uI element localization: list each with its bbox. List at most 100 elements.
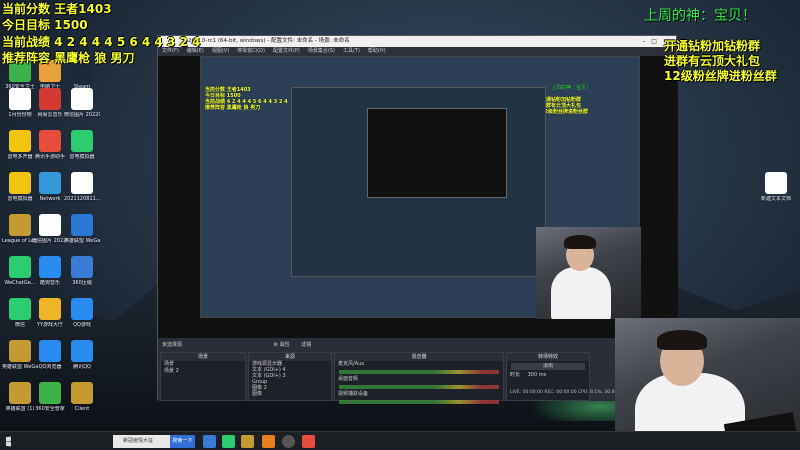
properties-button[interactable]: 属性 <box>280 342 290 348</box>
mixer-channel-label: 桌面音频 <box>338 376 359 382</box>
start-icon[interactable] <box>6 436 11 447</box>
app-icon <box>39 256 61 278</box>
scene-item[interactable]: 场景 <box>161 361 245 368</box>
desktop-icon-label: 酷狗音乐 <box>39 280 60 286</box>
browser-icon[interactable] <box>262 435 275 448</box>
overlay-promo2: 进群有云顶大礼包 <box>664 54 761 68</box>
app-icon <box>9 382 31 404</box>
overlay-lineup: 推荐阵容 黑鹰枪 狼 男刀 <box>2 51 135 65</box>
desktop-icon[interactable]: 网易云音乐 <box>32 88 68 118</box>
obs-docks: 场景 场景 场景 2 来源 游戏源显示器 文本 (GDI+) 4 文本 (GDI+) … <box>158 352 678 404</box>
app-icon <box>71 340 93 362</box>
webcam-person-hair <box>657 330 707 350</box>
app-icon <box>71 382 93 404</box>
app-icon <box>9 340 31 362</box>
taskbar-search-button[interactable]: 搜索一下 <box>170 435 195 448</box>
desktop-icon-label: Client <box>74 406 90 412</box>
duration-value[interactable]: 300 ms <box>528 372 547 378</box>
desktop-icon-label: 英雄联盟 WeGame版 <box>64 238 100 244</box>
desktop-icon-label: 腾讯手游助手 <box>34 154 65 160</box>
desktop-icon[interactable]: QQ游戏 <box>64 298 100 328</box>
obs-title-text: 26.1.0-rc1 (64-bit, windows) - 配置文件: 未命名… <box>188 38 350 44</box>
lol-icon[interactable] <box>241 435 254 448</box>
filters-button[interactable]: 滤镜 <box>301 342 311 348</box>
desktop-icon[interactable]: YY游戏大厅 <box>32 298 68 328</box>
nested-line4: 推荐阵容 黑鹰枪 狼 男刀 <box>205 105 261 111</box>
source-item[interactable]: 图像 <box>249 391 331 397</box>
wechat-icon[interactable] <box>222 435 235 448</box>
app-icon <box>39 340 61 362</box>
desktop-icon[interactable]: Client <box>64 382 100 412</box>
app-icon <box>71 88 93 110</box>
taskview-icon[interactable] <box>203 435 216 448</box>
desktop-icon-label: 网易云音乐 <box>37 112 63 118</box>
transitions-header: 转场特效 <box>507 353 589 361</box>
volume-meter[interactable] <box>339 370 499 374</box>
desktop-icon-label: YY游戏大厅 <box>36 322 64 328</box>
sources-dock: 来源 游戏源显示器 文本 (GDI+) 4 文本 (GDI+) 3 Group 图像 2… <box>248 352 332 401</box>
desktop-icon[interactable]: 新建文本文档 <box>758 172 794 202</box>
desktop-icon-label: 2021120811... <box>64 196 100 202</box>
desktop-icon[interactable]: 酷狗音乐 <box>32 256 68 286</box>
desktop-icon[interactable]: 360压缩 <box>64 256 100 286</box>
desktop-icon-label: 腾讯QQ <box>73 364 91 370</box>
menu-item[interactable]: 配置文件(P) <box>273 48 300 54</box>
menu-item[interactable]: 视图(V) <box>212 48 229 54</box>
taskbar: 新冠疫情大征 搜索一下 <box>0 431 800 450</box>
desktop-icon[interactable]: 英雄联盟 WeGame版 <box>64 214 100 244</box>
overlay-score: 当前分数 王者1403 <box>2 2 112 16</box>
desktop-icon-label: QQ浏览器 <box>38 364 62 370</box>
nested-god-text: 上周的神：宝贝！ <box>551 85 592 91</box>
desktop-icon[interactable]: 360安全管家 <box>32 382 68 412</box>
desktop-icon[interactable]: 微信图片 2022021... <box>32 214 68 244</box>
nested-overlay-text: 当前分数 王者1403 今日目标 1500 当前战绩 4 2 4 4 4 5 6… <box>205 87 288 111</box>
app-icon <box>9 88 31 110</box>
desktop-icon[interactable]: QQ浏览器 <box>32 340 68 370</box>
desktop-icon-label: 雷电模拟器 <box>69 154 95 160</box>
nested-promo3: 12级粉丝牌进粉丝群 <box>541 109 588 115</box>
overlay-goal: 今日目标 1500 <box>2 18 88 32</box>
app-icon <box>9 256 31 278</box>
obs-icon[interactable] <box>282 435 295 448</box>
desktop-icon[interactable]: 雷电模拟器 <box>64 130 100 160</box>
desktop-icon[interactable]: 腾讯QQ <box>64 340 100 370</box>
app-icon <box>71 172 93 194</box>
app-icon <box>39 382 61 404</box>
desktop-icon[interactable]: 2021120811... <box>64 172 100 202</box>
obs-titlebar[interactable]: 26.1.0-rc1 (64-bit, windows) - 配置文件: 未命名… <box>158 36 676 47</box>
overlay-promo3: 12级粉丝牌进粉丝群 <box>664 69 777 83</box>
desktop-icon-label: Network <box>39 196 61 202</box>
app-icon <box>71 298 93 320</box>
no-source-label: 未选择源 <box>162 342 183 348</box>
menu-item[interactable]: 停靠窗口(D) <box>237 48 265 54</box>
obs-preview[interactable]: 当前分数 王者1403 今日目标 1500 当前战绩 4 2 4 4 4 5 6… <box>158 56 678 338</box>
status-bar: LIVE: 00:00:00 REC: 00:00:00 CPU: 8.1%, … <box>510 390 626 395</box>
sources-header: 来源 <box>249 353 331 361</box>
gear-icon[interactable]: ⚙ <box>274 342 278 348</box>
desktop-icon[interactable]: 腾讯手游助手 <box>32 130 68 160</box>
scene-item[interactable]: 场景 2 <box>161 368 245 375</box>
app-icon <box>71 130 93 152</box>
desktop-icon-label: 微信图片 2022021... <box>64 112 100 118</box>
app-icon <box>9 172 31 194</box>
menu-item[interactable]: 工具(T) <box>343 48 360 54</box>
nested-obs-2 <box>291 87 546 277</box>
app-icon[interactable] <box>302 435 315 448</box>
transition-select[interactable]: 淡出 <box>511 363 585 370</box>
desktop-icon[interactable]: Network <box>32 172 68 202</box>
scenes-header: 场景 <box>161 353 245 361</box>
app-icon <box>9 214 31 236</box>
nested-promo: 开通钻粉加钻粉群 进群有云顶大礼包 12级粉丝牌进粉丝群 <box>541 97 588 115</box>
app-icon <box>39 298 61 320</box>
menu-item[interactable]: 场景集合(S) <box>308 48 335 54</box>
app-icon <box>39 130 61 152</box>
desktop-icon[interactable]: 微信图片 2022021... <box>64 88 100 118</box>
desktop-icon-label: 微信图片 2022021... <box>32 238 68 244</box>
volume-meter[interactable] <box>339 385 499 389</box>
overlay-god: 上周的神：宝贝！ <box>644 8 756 24</box>
volume-meter[interactable] <box>339 400 499 404</box>
overlay-promo1: 开通钻粉加钻粉群 <box>664 39 761 53</box>
menu-item[interactable]: 帮助(H) <box>368 48 386 54</box>
desktop-icon-label: 新建文本文档 <box>760 196 791 202</box>
desktop-icon-label: 360压缩 <box>72 280 92 286</box>
